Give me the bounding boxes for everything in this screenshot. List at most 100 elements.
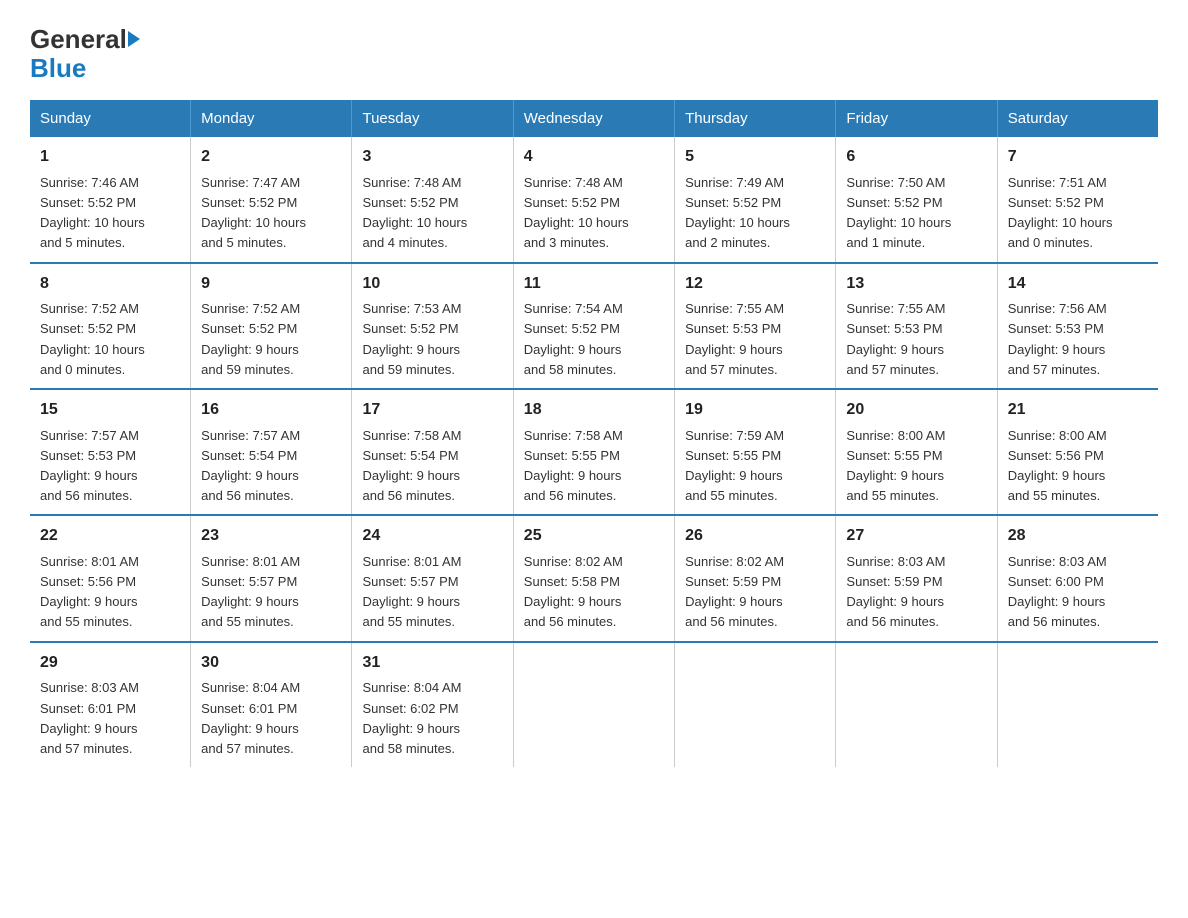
- day-info: Sunrise: 7:50 AM Sunset: 5:52 PM Dayligh…: [846, 173, 986, 254]
- day-number: 10: [362, 272, 502, 297]
- day-number: 23: [201, 524, 341, 549]
- day-info: Sunrise: 7:55 AM Sunset: 5:53 PM Dayligh…: [685, 299, 825, 380]
- day-info: Sunrise: 7:48 AM Sunset: 5:52 PM Dayligh…: [524, 173, 664, 254]
- calendar-cell: 2 Sunrise: 7:47 AM Sunset: 5:52 PM Daylig…: [191, 137, 352, 262]
- day-info: Sunrise: 7:49 AM Sunset: 5:52 PM Dayligh…: [685, 173, 825, 254]
- calendar-cell: 20 Sunrise: 8:00 AM Sunset: 5:55 PM Dayli…: [836, 389, 997, 515]
- calendar-week-row: 29Sunrise: 8:03 AM Sunset: 6:01 PM Dayli…: [30, 642, 1158, 767]
- calendar-cell: 23 Sunrise: 8:01 AM Sunset: 5:57 PM Dayli…: [191, 515, 352, 641]
- day-number: 22: [40, 524, 180, 549]
- day-number: 19: [685, 398, 825, 423]
- day-info: Sunrise: 8:01 AM Sunset: 5:57 PM Dayligh…: [201, 552, 341, 633]
- calendar-cell: 25Sunrise: 8:02 AM Sunset: 5:58 PM Dayli…: [513, 515, 674, 641]
- day-number: 20: [846, 398, 986, 423]
- day-info: Sunrise: 7:54 AM Sunset: 5:52 PM Dayligh…: [524, 299, 664, 380]
- day-info: Sunrise: 7:47 AM Sunset: 5:52 PM Dayligh…: [201, 173, 341, 254]
- day-number: 11: [524, 272, 664, 297]
- day-number: 17: [362, 398, 502, 423]
- calendar-cell: 18Sunrise: 7:58 AM Sunset: 5:55 PM Dayli…: [513, 389, 674, 515]
- calendar-cell: 27Sunrise: 8:03 AM Sunset: 5:59 PM Dayli…: [836, 515, 997, 641]
- calendar-cell: 19 Sunrise: 7:59 AM Sunset: 5:55 PM Dayli…: [675, 389, 836, 515]
- day-number: 5: [685, 145, 825, 170]
- day-info: Sunrise: 8:04 AM Sunset: 6:02 PM Dayligh…: [362, 678, 502, 759]
- calendar-cell: 22 Sunrise: 8:01 AM Sunset: 5:56 PM Dayli…: [30, 515, 191, 641]
- calendar-cell: 8Sunrise: 7:52 AM Sunset: 5:52 PM Daylig…: [30, 263, 191, 389]
- day-info: Sunrise: 7:46 AM Sunset: 5:52 PM Dayligh…: [40, 173, 180, 254]
- calendar-cell: 3Sunrise: 7:48 AM Sunset: 5:52 PM Daylig…: [352, 137, 513, 262]
- day-number: 3: [362, 145, 502, 170]
- day-number: 16: [201, 398, 341, 423]
- day-info: Sunrise: 8:03 AM Sunset: 6:00 PM Dayligh…: [1008, 552, 1148, 633]
- day-number: 6: [846, 145, 986, 170]
- calendar-cell: 16 Sunrise: 7:57 AM Sunset: 5:54 PM Dayli…: [191, 389, 352, 515]
- calendar-week-row: 1 Sunrise: 7:46 AM Sunset: 5:52 PM Daylig…: [30, 137, 1158, 262]
- calendar-cell: [836, 642, 997, 767]
- day-info: Sunrise: 7:51 AM Sunset: 5:52 PM Dayligh…: [1008, 173, 1148, 254]
- calendar-cell: 28 Sunrise: 8:03 AM Sunset: 6:00 PM Dayli…: [997, 515, 1158, 641]
- calendar-cell: 14Sunrise: 7:56 AM Sunset: 5:53 PM Dayli…: [997, 263, 1158, 389]
- calendar-cell: [513, 642, 674, 767]
- day-number: 28: [1008, 524, 1148, 549]
- day-info: Sunrise: 8:03 AM Sunset: 6:01 PM Dayligh…: [40, 678, 180, 759]
- calendar-cell: 26 Sunrise: 8:02 AM Sunset: 5:59 PM Dayli…: [675, 515, 836, 641]
- day-info: Sunrise: 7:53 AM Sunset: 5:52 PM Dayligh…: [362, 299, 502, 380]
- col-header-monday: Monday: [191, 100, 352, 137]
- day-info: Sunrise: 8:04 AM Sunset: 6:01 PM Dayligh…: [201, 678, 341, 759]
- day-info: Sunrise: 7:58 AM Sunset: 5:54 PM Dayligh…: [362, 426, 502, 507]
- calendar-week-row: 15 Sunrise: 7:57 AM Sunset: 5:53 PM Dayli…: [30, 389, 1158, 515]
- calendar-cell: 4Sunrise: 7:48 AM Sunset: 5:52 PM Daylig…: [513, 137, 674, 262]
- calendar-cell: 1 Sunrise: 7:46 AM Sunset: 5:52 PM Daylig…: [30, 137, 191, 262]
- day-number: 29: [40, 651, 180, 676]
- col-header-tuesday: Tuesday: [352, 100, 513, 137]
- calendar-header-row: SundayMondayTuesdayWednesdayThursdayFrid…: [30, 100, 1158, 137]
- calendar-cell: 30Sunrise: 8:04 AM Sunset: 6:01 PM Dayli…: [191, 642, 352, 767]
- logo-blue-part: Blue: [30, 54, 86, 83]
- col-header-wednesday: Wednesday: [513, 100, 674, 137]
- col-header-thursday: Thursday: [675, 100, 836, 137]
- day-number: 18: [524, 398, 664, 423]
- day-number: 31: [362, 651, 502, 676]
- logo: General Blue: [30, 20, 141, 82]
- day-number: 9: [201, 272, 341, 297]
- day-info: Sunrise: 7:57 AM Sunset: 5:53 PM Dayligh…: [40, 426, 180, 507]
- calendar-cell: 29Sunrise: 8:03 AM Sunset: 6:01 PM Dayli…: [30, 642, 191, 767]
- page-header: General Blue General: [30, 20, 1158, 82]
- day-info: Sunrise: 7:52 AM Sunset: 5:52 PM Dayligh…: [201, 299, 341, 380]
- day-info: Sunrise: 8:00 AM Sunset: 5:55 PM Dayligh…: [846, 426, 986, 507]
- day-info: Sunrise: 7:52 AM Sunset: 5:52 PM Dayligh…: [40, 299, 180, 380]
- day-number: 1: [40, 145, 180, 170]
- day-info: Sunrise: 7:57 AM Sunset: 5:54 PM Dayligh…: [201, 426, 341, 507]
- calendar-cell: 9Sunrise: 7:52 AM Sunset: 5:52 PM Daylig…: [191, 263, 352, 389]
- calendar-week-row: 8Sunrise: 7:52 AM Sunset: 5:52 PM Daylig…: [30, 263, 1158, 389]
- day-number: 12: [685, 272, 825, 297]
- calendar-cell: [675, 642, 836, 767]
- logo-general-part: General: [30, 25, 127, 54]
- calendar-cell: 31Sunrise: 8:04 AM Sunset: 6:02 PM Dayli…: [352, 642, 513, 767]
- day-info: Sunrise: 7:59 AM Sunset: 5:55 PM Dayligh…: [685, 426, 825, 507]
- day-number: 26: [685, 524, 825, 549]
- day-number: 30: [201, 651, 341, 676]
- day-number: 14: [1008, 272, 1148, 297]
- day-info: Sunrise: 8:01 AM Sunset: 5:56 PM Dayligh…: [40, 552, 180, 633]
- calendar-cell: [997, 642, 1158, 767]
- col-header-saturday: Saturday: [997, 100, 1158, 137]
- calendar-cell: 6 Sunrise: 7:50 AM Sunset: 5:52 PM Daylig…: [836, 137, 997, 262]
- calendar-cell: 24Sunrise: 8:01 AM Sunset: 5:57 PM Dayli…: [352, 515, 513, 641]
- day-info: Sunrise: 8:03 AM Sunset: 5:59 PM Dayligh…: [846, 552, 986, 633]
- calendar-cell: 15 Sunrise: 7:57 AM Sunset: 5:53 PM Dayli…: [30, 389, 191, 515]
- day-number: 15: [40, 398, 180, 423]
- calendar-cell: 13Sunrise: 7:55 AM Sunset: 5:53 PM Dayli…: [836, 263, 997, 389]
- calendar-cell: 7Sunrise: 7:51 AM Sunset: 5:52 PM Daylig…: [997, 137, 1158, 262]
- calendar-cell: 11Sunrise: 7:54 AM Sunset: 5:52 PM Dayli…: [513, 263, 674, 389]
- calendar-week-row: 22 Sunrise: 8:01 AM Sunset: 5:56 PM Dayli…: [30, 515, 1158, 641]
- calendar-cell: 21 Sunrise: 8:00 AM Sunset: 5:56 PM Dayli…: [997, 389, 1158, 515]
- col-header-sunday: Sunday: [30, 100, 191, 137]
- day-number: 8: [40, 272, 180, 297]
- day-info: Sunrise: 8:01 AM Sunset: 5:57 PM Dayligh…: [362, 552, 502, 633]
- day-info: Sunrise: 8:02 AM Sunset: 5:59 PM Dayligh…: [685, 552, 825, 633]
- day-number: 13: [846, 272, 986, 297]
- day-number: 21: [1008, 398, 1148, 423]
- day-info: Sunrise: 8:00 AM Sunset: 5:56 PM Dayligh…: [1008, 426, 1148, 507]
- day-number: 2: [201, 145, 341, 170]
- day-info: Sunrise: 8:02 AM Sunset: 5:58 PM Dayligh…: [524, 552, 664, 633]
